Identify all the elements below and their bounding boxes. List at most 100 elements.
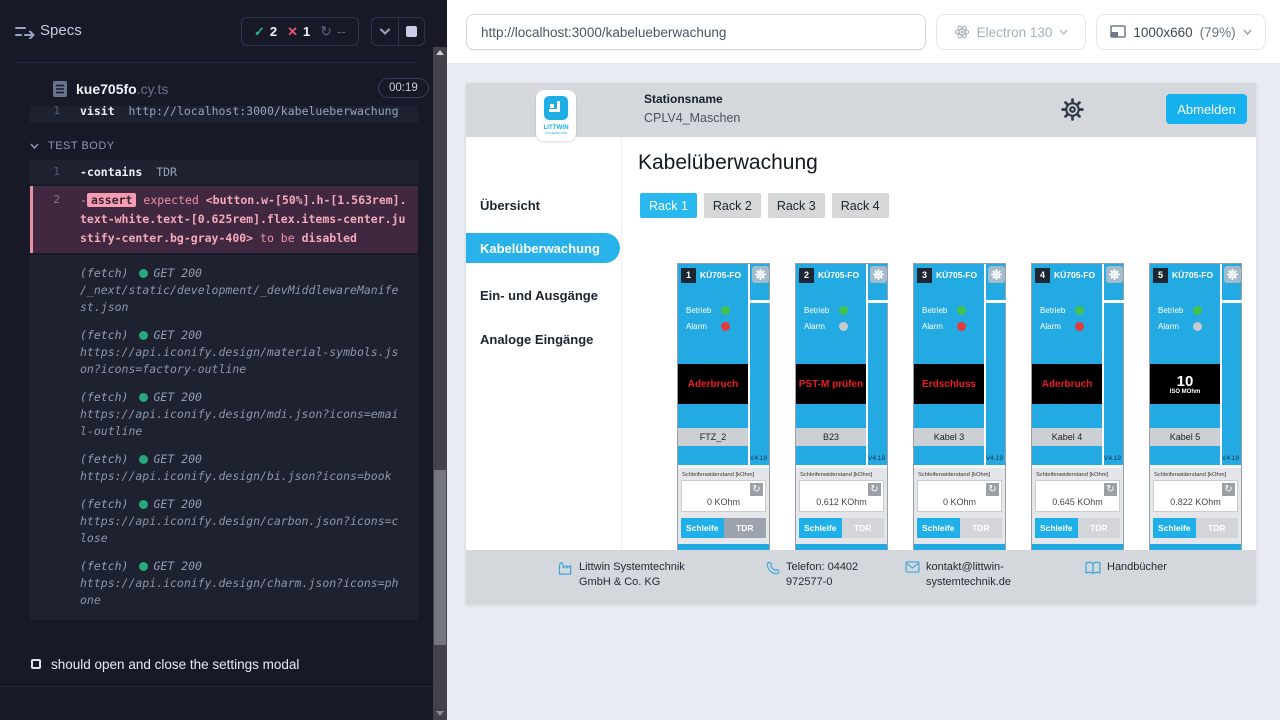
footer-email[interactable]: kontakt@littwin-systemtechnik.de — [905, 560, 1022, 590]
betrieb-led — [721, 306, 730, 315]
schleife-button[interactable]: Schleife — [1035, 518, 1078, 538]
command-row-assert-failed[interactable]: 2 -assert expected <button.w-[50%].h-[1.… — [30, 186, 418, 253]
viewport-zoom: (79%) — [1200, 25, 1236, 40]
footer-manuals-link[interactable]: Handbücher — [1085, 560, 1167, 575]
resistance-label: Schleifenwiderstand [kOhm] — [800, 472, 884, 478]
fetch-log-entry[interactable]: (fetch) GET 200 https://api.iconify.desi… — [30, 383, 418, 445]
alarm-label: Alarm — [804, 322, 836, 331]
resistance-value-box: ↻ 0.645 KOhm — [1035, 480, 1120, 512]
phone-icon — [766, 561, 780, 575]
card-settings-button[interactable] — [1106, 266, 1123, 283]
fetch-log-entry[interactable]: (fetch) GET 200 https://api.iconify.desi… — [30, 490, 418, 552]
card-settings-button[interactable] — [988, 266, 1005, 283]
scrollbar-thumb[interactable] — [434, 470, 446, 645]
sidebar-item-ein-und-ausgaenge[interactable]: Ein- und Ausgänge — [466, 280, 622, 310]
betrieb-label: Betrieb — [922, 306, 954, 315]
tdr-button[interactable]: TDR — [1196, 518, 1239, 538]
logout-button[interactable]: Abmelden — [1166, 94, 1247, 124]
viewport-selector[interactable]: 1000x660 (79%) — [1096, 14, 1266, 50]
assert-badge: assert — [87, 193, 137, 207]
tdr-button[interactable]: TDR — [960, 518, 1003, 538]
betrieb-label: Betrieb — [1158, 306, 1190, 315]
specs-menu-icon[interactable] — [15, 25, 35, 39]
refresh-measure-button[interactable]: ↻ — [986, 483, 999, 496]
runner-controls — [371, 17, 425, 46]
schleife-button[interactable]: Schleife — [1153, 518, 1196, 538]
settings-gear-icon[interactable] — [1060, 97, 1085, 122]
sidebar: Übersicht Kabelüberwachung Ein- und Ausg… — [466, 137, 622, 550]
resistance-value: 0.645 KOhm — [1036, 497, 1119, 507]
fetch-status: GET 200 — [153, 265, 201, 282]
runner-scrollbar[interactable] — [433, 47, 447, 720]
station-label: Stationsname — [644, 92, 740, 106]
refresh-measure-button[interactable]: ↻ — [1222, 483, 1235, 496]
refresh-measure-button[interactable]: ↻ — [868, 483, 881, 496]
spec-name: kue705fo.cy.ts — [76, 81, 168, 97]
device-model: KÜ705-FO — [700, 270, 741, 280]
gear-icon — [1227, 269, 1238, 280]
stat-passed: ✓2 — [254, 24, 277, 40]
fetch-tag: (fetch) — [80, 558, 128, 575]
alarm-led — [1193, 322, 1202, 331]
fetch-status: GET 200 — [153, 327, 201, 344]
schleife-button[interactable]: Schleife — [917, 518, 960, 538]
fetch-tag: (fetch) — [80, 265, 128, 282]
sidebar-item-uebersicht[interactable]: Übersicht — [466, 190, 622, 220]
browser-selector[interactable]: Electron 130 — [936, 14, 1086, 50]
status-display: Aderbruch — [678, 364, 748, 404]
tdr-button[interactable]: TDR — [724, 518, 767, 538]
scroll-up-arrow[interactable] — [436, 50, 444, 55]
fetch-status: GET 200 — [153, 496, 201, 513]
slot-number-badge: 5 — [1153, 268, 1168, 283]
sidebar-item-analoge-eingaenge[interactable]: Analoge Eingänge — [466, 324, 622, 354]
card-settings-button[interactable] — [752, 266, 769, 283]
url-input[interactable] — [466, 14, 926, 50]
test-body-section[interactable]: TEST BODY — [30, 140, 433, 152]
fetch-status: GET 200 — [153, 389, 201, 406]
fetch-log: (fetch) GET 200 /_next/static/developmen… — [30, 255, 418, 620]
fetch-log-entry[interactable]: (fetch) GET 200 https://api.iconify.desi… — [30, 552, 418, 614]
tdr-button[interactable]: TDR — [842, 518, 885, 538]
card-settings-button[interactable] — [870, 266, 887, 283]
status-text: Aderbruch — [1042, 379, 1093, 390]
stop-button[interactable] — [398, 18, 425, 45]
command-row-visit[interactable]: 1 visit http://localhost:3000/kabelueber… — [30, 106, 418, 123]
alarm-label: Alarm — [1158, 322, 1190, 331]
firmware-version: V4.19 — [750, 455, 767, 462]
tab-rack-2[interactable]: Rack 2 — [704, 193, 761, 218]
pending-test-icon — [31, 659, 41, 669]
page-title: Kabelüberwachung — [638, 151, 818, 175]
refresh-measure-button[interactable]: ↻ — [750, 483, 763, 496]
schleife-button[interactable]: Schleife — [681, 518, 724, 538]
pending-test-row[interactable]: should open and close the settings modal — [0, 650, 433, 678]
fetch-log-entry[interactable]: (fetch) GET 200 /_next/static/developmen… — [30, 259, 418, 321]
schleife-button[interactable]: Schleife — [799, 518, 842, 538]
gear-icon — [1109, 269, 1120, 280]
gear-icon — [873, 269, 884, 280]
email-icon — [905, 561, 920, 573]
tdr-button[interactable]: TDR — [1078, 518, 1121, 538]
fetch-status: GET 200 — [153, 451, 201, 468]
station-name: CPLV4_Maschen — [644, 111, 740, 125]
scroll-down-arrow[interactable] — [436, 711, 444, 716]
tab-rack-4[interactable]: Rack 4 — [832, 193, 889, 218]
card-settings-button[interactable] — [1224, 266, 1241, 283]
status-text: Erdschluss — [922, 379, 976, 390]
refresh-measure-button[interactable]: ↻ — [1104, 483, 1117, 496]
sidebar-item-kabelueberwachung[interactable]: Kabelüberwachung — [466, 233, 620, 263]
spec-file-icon — [52, 80, 68, 98]
fetch-log-entry[interactable]: (fetch) GET 200 https://api.iconify.desi… — [30, 321, 418, 383]
fetch-tag: (fetch) — [80, 389, 128, 406]
test-stats[interactable]: ✓2 ✕1 ↻-- — [241, 17, 359, 46]
tab-rack-3[interactable]: Rack 3 — [768, 193, 825, 218]
tab-rack-1[interactable]: Rack 1 — [640, 193, 697, 218]
spec-timer: 00:19 — [378, 78, 429, 98]
fetch-log-entry[interactable]: (fetch) GET 200 https://api.iconify.desi… — [30, 445, 418, 490]
collapse-button[interactable] — [372, 18, 398, 45]
device-card: 5 KÜ705-FO Betrieb Alarm 10 ISO MOhm — [1149, 263, 1242, 550]
fetch-url: https://api.iconify.design/bi.json?icons… — [80, 468, 406, 485]
status-unit: ISO MOhm — [1170, 389, 1201, 395]
command-row-contains[interactable]: 1 -contains TDR — [30, 160, 418, 184]
cable-name: FTZ_2 — [678, 428, 748, 446]
spec-file-row[interactable]: kue705fo.cy.ts 00:19 — [0, 74, 433, 106]
